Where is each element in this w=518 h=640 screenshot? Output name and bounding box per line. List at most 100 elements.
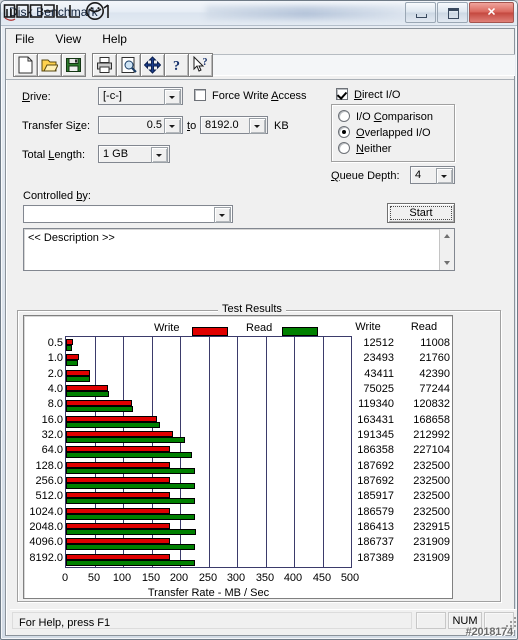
window-controls: ✕: [404, 2, 514, 23]
close-button[interactable]: ✕: [469, 2, 514, 23]
y-axis-label: 8192.0: [29, 552, 63, 564]
cell-read-value: 232915: [413, 521, 450, 533]
close-icon: ✕: [486, 6, 497, 18]
client-area: File View Help ? ? Drive: [-c-] Force Wr…: [5, 28, 517, 636]
io-comparison-radio[interactable]: [338, 110, 350, 122]
y-axis-label: 0.5: [47, 337, 63, 349]
cell-write-value: 185917: [357, 490, 394, 502]
chevron-down-icon[interactable]: [436, 168, 453, 184]
chevron-down-icon[interactable]: [164, 89, 181, 105]
bar-read: [66, 345, 72, 351]
overlapped-io-radio[interactable]: [338, 126, 350, 138]
bar-read: [66, 498, 195, 504]
neither-radio[interactable]: [338, 142, 350, 154]
svg-text:?: ?: [173, 59, 180, 74]
save-icon: [66, 58, 81, 72]
transfer-size-from-select[interactable]: 0.5: [98, 116, 183, 134]
open-icon: [41, 59, 58, 72]
menu-help[interactable]: Help: [93, 29, 136, 48]
chevron-down-icon[interactable]: [249, 118, 266, 134]
column-header-write: Write: [355, 321, 381, 333]
description-scrollbar[interactable]: [439, 229, 454, 270]
menu-view[interactable]: View: [46, 29, 90, 48]
bar-read: [66, 391, 109, 397]
grid-line: [323, 337, 324, 567]
y-axis-label: 8.0: [47, 398, 63, 410]
status-text: For Help, press F1: [19, 617, 111, 629]
neither-label: Neither: [356, 143, 392, 155]
bar-read: [66, 483, 195, 489]
start-button[interactable]: Start: [387, 203, 455, 223]
drive-select[interactable]: [-c-]: [98, 87, 183, 105]
minimize-icon: [416, 14, 427, 18]
y-axis-label: 64.0: [41, 444, 63, 456]
chevron-down-icon[interactable]: [164, 118, 181, 134]
maximize-icon: [448, 8, 459, 19]
cell-read-value: 232500: [413, 490, 450, 502]
total-length-select[interactable]: 1 GB: [98, 145, 170, 163]
grid-line: [266, 337, 267, 567]
chevron-down-icon[interactable]: [214, 207, 231, 223]
status-bar: For Help, press F1 NUM: [10, 609, 517, 630]
maximize-button[interactable]: [437, 2, 468, 23]
menu-file[interactable]: File: [6, 29, 43, 48]
legend-write-swatch: [192, 327, 228, 336]
scroll-down-icon[interactable]: [440, 256, 454, 270]
application-window: Disk Benchmark ✕ File View Help ? ? Driv…: [0, 0, 518, 640]
cell-read-value: 227104: [413, 444, 450, 456]
overlapped-io-label: Overlapped I/O: [356, 127, 431, 139]
cell-write-value: 187389: [357, 552, 394, 564]
x-axis-tick: 150: [141, 572, 161, 584]
transfer-size-from-value: 0.5: [146, 119, 162, 131]
question-mark-icon: ?: [173, 59, 180, 74]
cell-write-value: 119340: [358, 398, 394, 410]
grid-line: [209, 337, 210, 567]
save-button[interactable]: [61, 53, 86, 77]
print-button[interactable]: [92, 53, 117, 77]
cell-read-value: 212992: [413, 429, 450, 441]
description-value: << Description >>: [28, 232, 115, 244]
test-results-caption: Test Results: [218, 303, 286, 315]
transfer-size-to-label: to: [187, 120, 197, 132]
controlled-by-select[interactable]: [23, 205, 233, 223]
x-axis-tick: 0: [61, 572, 69, 584]
move-icon: [144, 56, 161, 74]
y-axis-label: 4.0: [47, 383, 63, 395]
about-button[interactable]: ?: [164, 53, 189, 77]
minimize-button[interactable]: [405, 2, 436, 23]
grid-line: [294, 337, 295, 567]
direct-io-checkbox[interactable]: [336, 88, 348, 100]
y-axis-label: 256.0: [35, 475, 63, 487]
queue-depth-label: Queue Depth:: [331, 170, 400, 182]
cell-write-value: 186358: [357, 444, 394, 456]
chevron-down-icon[interactable]: [151, 147, 168, 163]
print-icon: [97, 57, 112, 73]
x-axis-tick: 500: [340, 572, 360, 584]
x-axis-tick: 200: [169, 572, 189, 584]
title-blur-artifact: [206, 6, 406, 19]
new-button[interactable]: [13, 53, 38, 77]
queue-depth-select[interactable]: 4: [410, 166, 455, 184]
bar-read: [66, 529, 196, 535]
description-field[interactable]: << Description >>: [23, 228, 455, 271]
x-axis-tick: 100: [112, 572, 132, 584]
cell-read-value: 11008: [420, 337, 450, 349]
open-button[interactable]: [37, 53, 62, 77]
svg-text:?: ?: [203, 57, 208, 68]
plot-area: [65, 336, 352, 568]
window-title: Disk Benchmark: [9, 5, 98, 19]
cell-write-value: 186413: [357, 521, 394, 533]
context-help-button[interactable]: ?: [188, 53, 213, 77]
move-button[interactable]: [140, 53, 165, 77]
cell-read-value: 168658: [413, 414, 450, 426]
scroll-up-icon[interactable]: [440, 229, 454, 243]
x-axis-tick: 300: [226, 572, 246, 584]
cell-read-value: 232500: [413, 460, 450, 472]
transfer-size-to-select[interactable]: 8192.0: [200, 116, 268, 134]
print-preview-button[interactable]: [116, 53, 141, 77]
bar-read: [66, 560, 195, 566]
image-id-watermark: #2018174: [465, 626, 514, 638]
controlled-by-label: Controlled by:: [23, 190, 91, 202]
force-write-checkbox[interactable]: [194, 89, 206, 101]
cell-write-value: 163431: [357, 414, 394, 426]
